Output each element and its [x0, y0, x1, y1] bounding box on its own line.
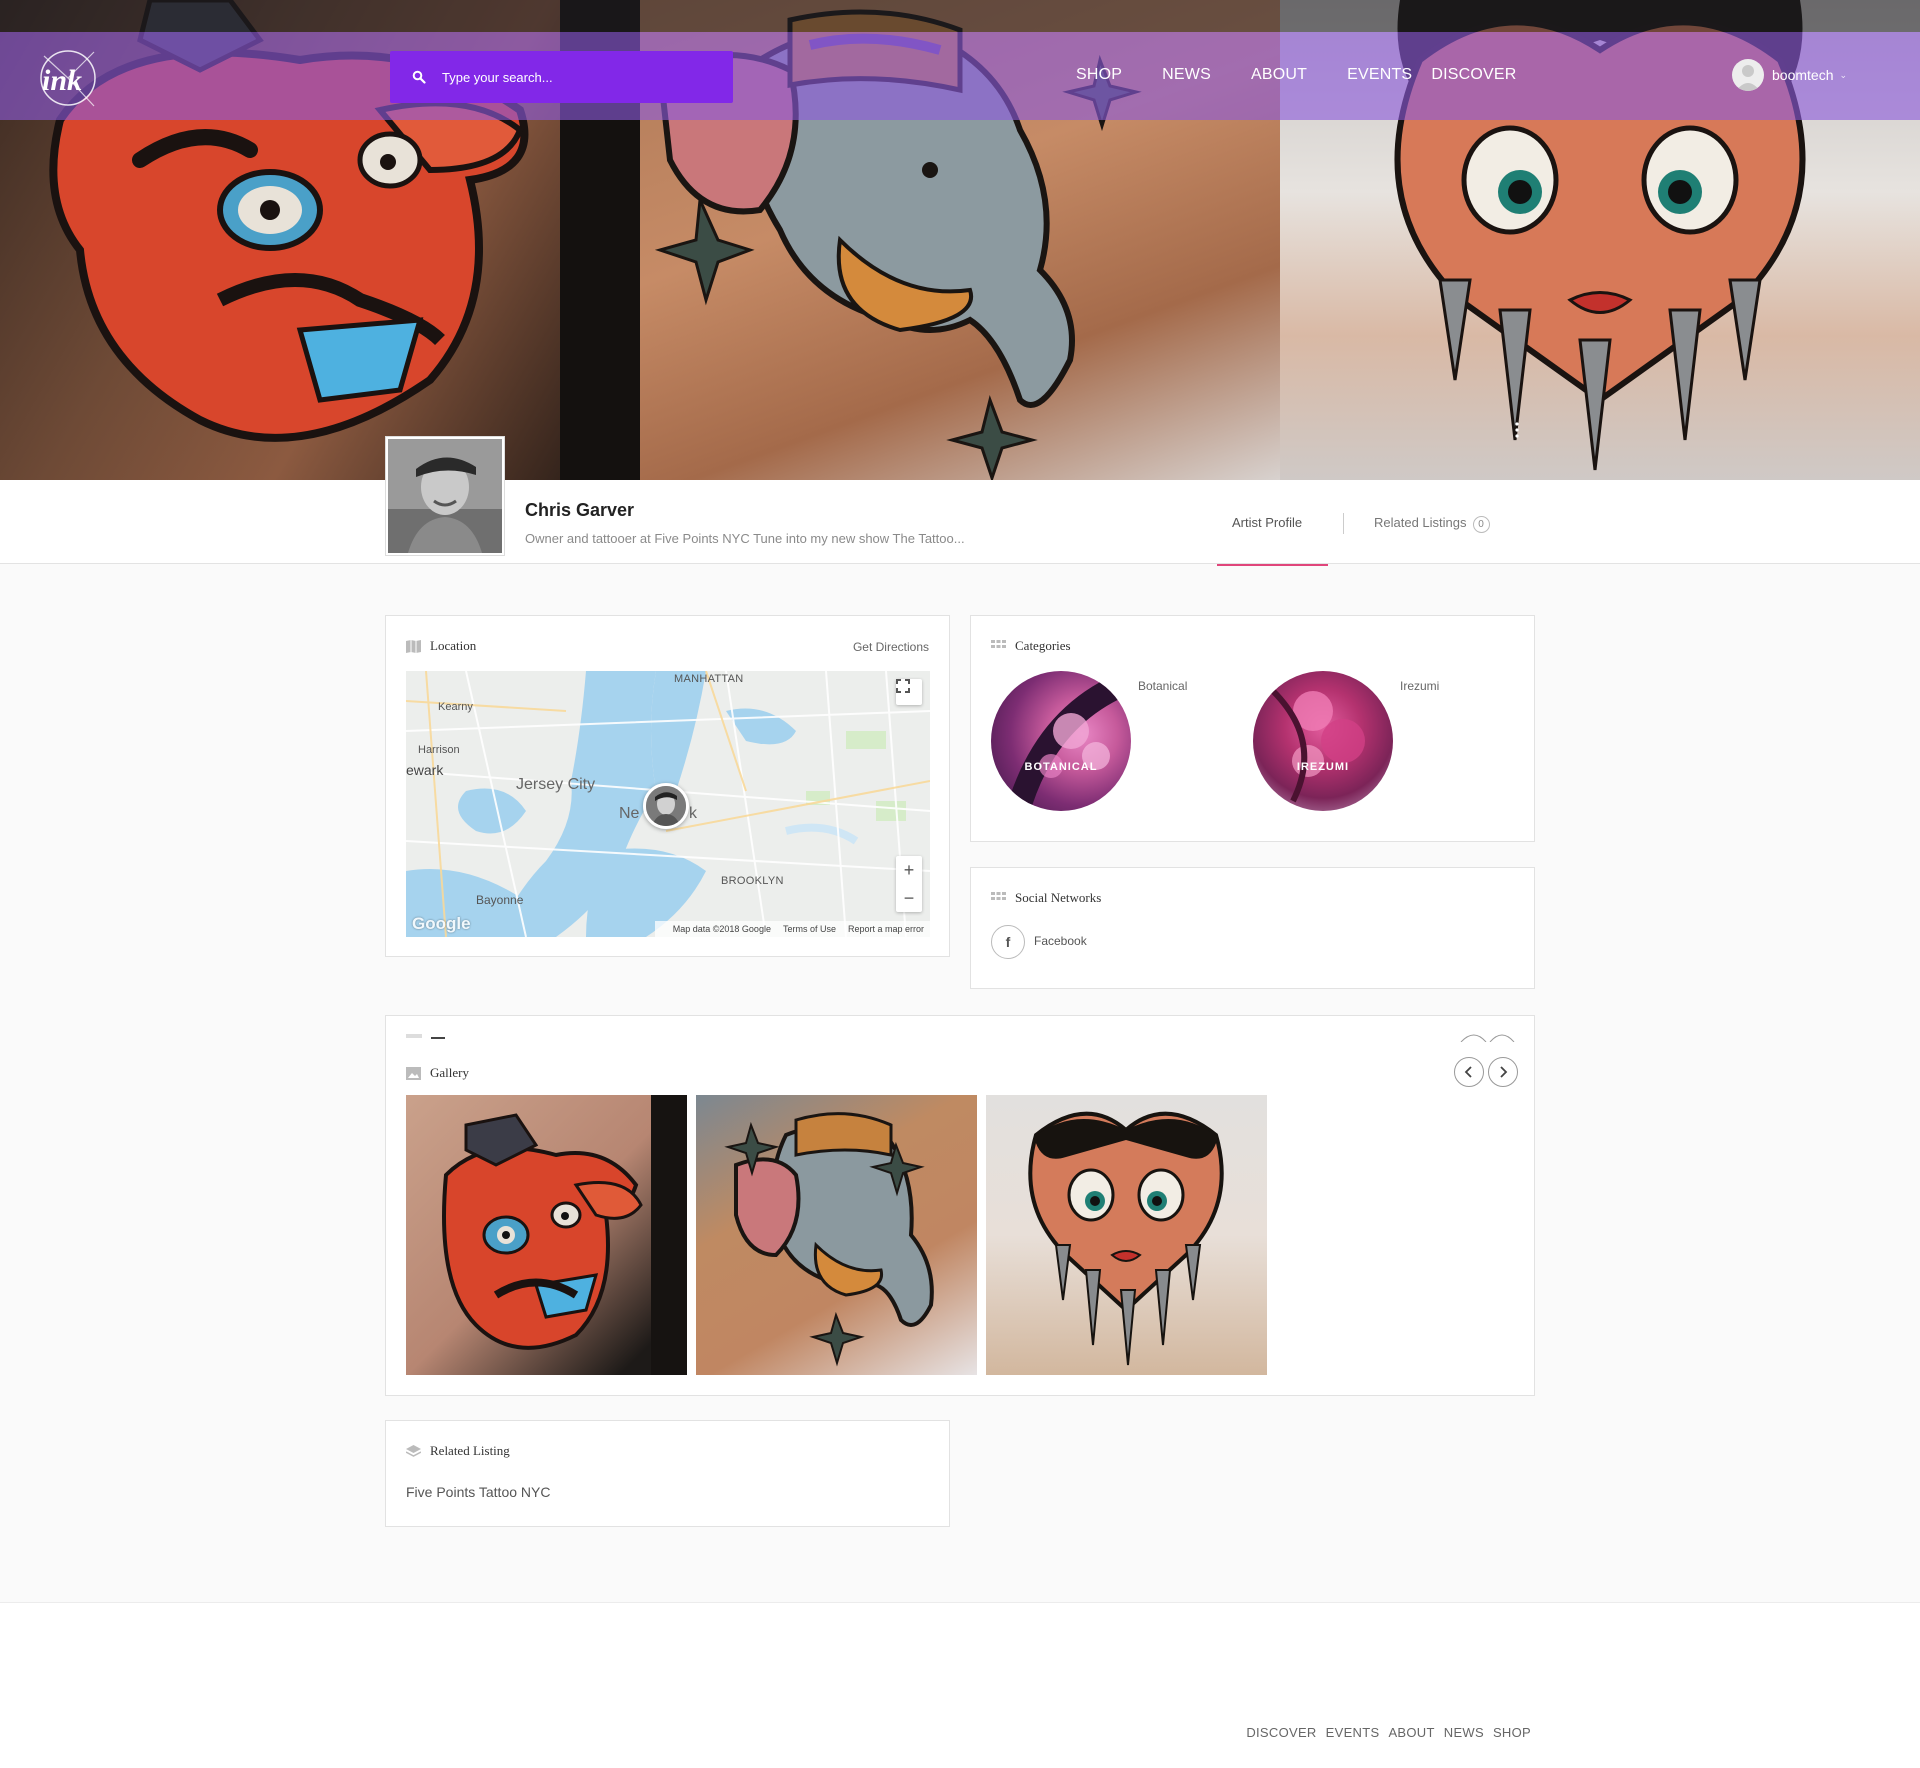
- related-header: Related Listing: [406, 1443, 510, 1459]
- location-header: Location: [406, 638, 476, 654]
- search-input[interactable]: [442, 69, 702, 85]
- topbar-strip: [0, 0, 1920, 32]
- user-avatar: [1732, 59, 1764, 91]
- tab-divider: [1343, 513, 1344, 534]
- gallery-prev-button[interactable]: [1454, 1057, 1484, 1087]
- category-irezumi-name[interactable]: Irezumi: [1400, 679, 1439, 693]
- user-name: boomtech: [1772, 67, 1834, 83]
- grid-icon: [991, 639, 1006, 648]
- tab-related-listings-label: Related Listings: [1374, 515, 1467, 530]
- gallery-image-heart-girl[interactable]: [986, 1095, 1267, 1375]
- fullscreen-icon[interactable]: [896, 679, 922, 705]
- gallery-ghost-arrows: [1460, 1034, 1515, 1042]
- category-irezumi-label: IREZUMI: [1296, 761, 1350, 773]
- map-terms-link[interactable]: Terms of Use: [783, 924, 836, 934]
- gallery-card: Gallery: [385, 1015, 1535, 1396]
- category-botanical-name[interactable]: Botanical: [1138, 679, 1187, 693]
- categories-title: Categories: [1015, 638, 1071, 653]
- nav-about[interactable]: ABOUT: [1251, 66, 1307, 84]
- gallery-ghost-title: [431, 1037, 445, 1039]
- main-nav: SHOP NEWS ABOUT EVENTS DISCOVER: [1076, 66, 1516, 84]
- search-box[interactable]: [390, 51, 733, 103]
- location-title: Location: [430, 638, 477, 653]
- facebook-icon[interactable]: f: [991, 925, 1025, 959]
- categories-header: Categories: [991, 638, 1071, 654]
- gallery-image-tengu[interactable]: [406, 1095, 687, 1375]
- map-data-text: Map data ©2018 Google: [672, 924, 771, 934]
- map-label-jersey-city: Jersey City: [516, 776, 596, 793]
- active-tab-indicator: [1217, 564, 1328, 566]
- artist-avatar: [386, 437, 504, 555]
- nav-news[interactable]: NEWS: [1162, 66, 1211, 84]
- map-label-harrison: Harrison: [418, 744, 460, 756]
- hero-banner: ink SHOP NEWS ABOUT EVENTS DISCOVER boom…: [0, 0, 1920, 480]
- social-header: Social Networks: [991, 890, 1101, 906]
- nav-discover[interactable]: DISCOVER: [1431, 66, 1516, 84]
- footer: DISCOVER EVENTS ABOUT NEWS SHOP: [0, 1602, 1920, 1768]
- map-marker[interactable]: [643, 783, 689, 829]
- image-icon: [406, 1066, 421, 1080]
- location-card: Location Get Directions MANHATTAN Kearny…: [385, 615, 950, 957]
- profile-bar: [0, 480, 1920, 564]
- nav-events[interactable]: EVENTS: [1347, 66, 1412, 84]
- map-label-new-york: Ne: [619, 805, 640, 822]
- gallery-header: Gallery: [406, 1065, 469, 1081]
- map-report-link[interactable]: Report a map error: [848, 924, 924, 934]
- chevron-left-icon: [1464, 1066, 1472, 1078]
- related-listing-link[interactable]: Five Points Tattoo NYC: [406, 1484, 550, 1500]
- map-icon: [406, 639, 421, 653]
- google-logo: Google: [412, 914, 471, 933]
- user-silhouette-icon: [1736, 65, 1760, 91]
- footer-link-shop[interactable]: SHOP: [1493, 1725, 1531, 1740]
- map-label-newark: ewark: [406, 762, 444, 778]
- related-title: Related Listing: [430, 1443, 510, 1458]
- header-bar: [0, 32, 1920, 120]
- search-icon: [412, 70, 426, 84]
- social-title: Social Networks: [1015, 890, 1102, 905]
- get-directions-link[interactable]: Get Directions: [853, 640, 929, 654]
- tab-artist-profile[interactable]: Artist Profile: [1232, 515, 1302, 530]
- footer-link-events[interactable]: EVENTS: [1326, 1725, 1380, 1740]
- map-label-manhattan: MANHATTAN: [674, 673, 744, 685]
- artist-description: Owner and tattooer at Five Points NYC Tu…: [525, 531, 965, 546]
- gallery-title: Gallery: [430, 1065, 469, 1080]
- footer-link-discover[interactable]: DISCOVER: [1246, 1725, 1316, 1740]
- ink-logo[interactable]: ink: [34, 44, 106, 110]
- map-footer: Map data ©2018 Google Terms of Use Repor…: [654, 921, 930, 937]
- map-label-kearny: Kearny: [438, 701, 473, 713]
- footer-link-about[interactable]: ABOUT: [1388, 1725, 1434, 1740]
- footer-link-news[interactable]: NEWS: [1444, 1725, 1484, 1740]
- category-botanical-label: BOTANICAL: [1024, 761, 1098, 773]
- related-listing-card: Related Listing Five Points Tattoo NYC: [385, 1420, 950, 1527]
- category-botanical-image[interactable]: BOTANICAL: [991, 671, 1131, 811]
- gallery-image-elephant[interactable]: [696, 1095, 977, 1375]
- social-networks-card: Social Networks f Facebook: [970, 867, 1535, 989]
- grid-icon: [991, 891, 1006, 900]
- location-map[interactable]: MANHATTAN Kearny Harrison ewark Jersey C…: [406, 671, 930, 937]
- footer-nav: DISCOVER EVENTS ABOUT NEWS SHOP: [1237, 1725, 1531, 1740]
- gallery-next-button[interactable]: [1488, 1057, 1518, 1087]
- zoom-in-button[interactable]: +: [896, 856, 922, 884]
- chevron-right-icon: [1500, 1066, 1508, 1078]
- zoom-out-button[interactable]: −: [896, 884, 922, 912]
- more-dots-icon[interactable]: [1515, 422, 1519, 438]
- tab-related-listings[interactable]: Related Listings 0: [1374, 515, 1490, 533]
- category-irezumi-image[interactable]: IREZUMI: [1253, 671, 1393, 811]
- map-label-brooklyn: BROOKLYN: [721, 875, 784, 887]
- map-zoom-control: + −: [896, 856, 922, 912]
- categories-card: Categories BOTANICAL Botanical IREZUMI I…: [970, 615, 1535, 842]
- related-count-badge: 0: [1472, 516, 1490, 533]
- layers-icon: [406, 1444, 421, 1457]
- nav-shop[interactable]: SHOP: [1076, 66, 1122, 84]
- logo-text: ink: [42, 64, 82, 97]
- user-menu[interactable]: boomtech ⌄: [1732, 59, 1847, 91]
- map-label-new-york-tail: k: [689, 805, 697, 822]
- chevron-down-icon: ⌄: [1839, 69, 1848, 80]
- artist-name: Chris Garver: [525, 500, 635, 520]
- gallery-ghost-icon: [406, 1034, 422, 1038]
- facebook-link[interactable]: Facebook: [1034, 934, 1087, 948]
- map-label-bayonne: Bayonne: [476, 893, 524, 907]
